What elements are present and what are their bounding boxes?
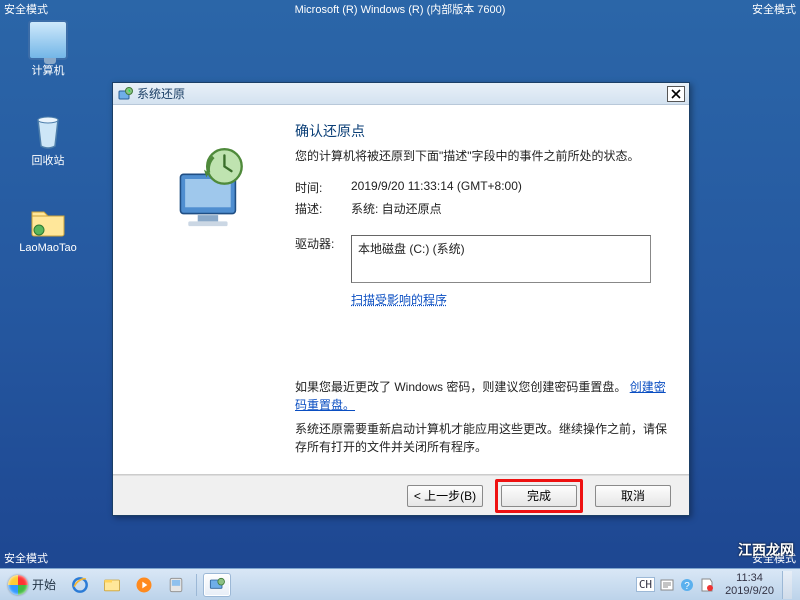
scan-affected-programs-link[interactable]: 扫描受影响的程序 bbox=[351, 291, 447, 308]
wizard-illustration bbox=[113, 105, 295, 474]
dialog-body: 确认还原点 您的计算机将被还原到下面"描述"字段中的事件之前所处的状态。 时间:… bbox=[113, 105, 689, 475]
drives-listbox[interactable]: 本地磁盘 (C:) (系统) bbox=[351, 235, 651, 283]
start-button[interactable]: 开始 bbox=[4, 572, 64, 598]
start-label: 开始 bbox=[32, 576, 56, 593]
safe-mode-bottombar: 安全模式 安全模式 bbox=[0, 550, 800, 566]
taskbar-running-system-restore[interactable] bbox=[203, 573, 231, 597]
window-close-button[interactable] bbox=[667, 86, 685, 102]
safe-mode-bottom-left: 安全模式 bbox=[4, 550, 48, 566]
cancel-button[interactable]: 取消 bbox=[595, 485, 671, 507]
system-restore-window: 系统还原 确认还原点 您的计算机将被还原到下面"描述"字段中的事件之前所处的状态… bbox=[112, 82, 690, 516]
drive-item: 本地磁盘 (C:) (系统) bbox=[358, 242, 465, 256]
row-description: 描述: 系统: 自动还原点 bbox=[295, 200, 669, 217]
desktop-icon-laomaotao[interactable]: LaoMaoTao bbox=[16, 200, 80, 254]
taskbar-clock[interactable]: 11:34 2019/9/20 bbox=[719, 572, 774, 596]
desktop-icon-label: LaoMaoTao bbox=[16, 242, 80, 254]
row-time: 时间: 2019/9/20 11:33:14 (GMT+8:00) bbox=[295, 179, 669, 196]
page-subheading: 您的计算机将被还原到下面"描述"字段中的事件之前所处的状态。 bbox=[295, 147, 669, 165]
desktop-icon-computer[interactable]: 计算机 bbox=[16, 20, 80, 78]
desktop-icon-label: 回收站 bbox=[16, 152, 80, 168]
titlebar-icon bbox=[117, 86, 133, 102]
back-button[interactable]: < 上一步(B) bbox=[407, 485, 483, 507]
dialog-footer: < 上一步(B) 完成 取消 bbox=[113, 475, 689, 515]
os-title: Microsoft (R) Windows (R) (内部版本 7600) bbox=[0, 1, 800, 17]
highlight-frame: 完成 bbox=[495, 479, 583, 513]
close-icon bbox=[671, 89, 681, 99]
taskbar-pin-mediaplayer[interactable] bbox=[130, 573, 158, 597]
desc-label: 描述: bbox=[295, 200, 351, 217]
desktop-icon-label: 计算机 bbox=[16, 62, 80, 78]
clock-date: 2019/9/20 bbox=[725, 585, 774, 597]
note-password: 如果您最近更改了 Windows 密码，则建议您创建密码重置盘。 bbox=[295, 380, 626, 394]
taskbar-pin-app[interactable] bbox=[162, 573, 190, 597]
taskbar-pin-explorer[interactable] bbox=[98, 573, 126, 597]
svg-text:?: ? bbox=[684, 581, 690, 592]
time-value: 2019/9/20 11:33:14 (GMT+8:00) bbox=[351, 179, 522, 196]
footer-notes: 如果您最近更改了 Windows 密码，则建议您创建密码重置盘。 创建密码重置盘… bbox=[295, 378, 669, 462]
desktop-icon-recycle-bin[interactable]: 回收站 bbox=[16, 110, 80, 168]
titlebar[interactable]: 系统还原 bbox=[113, 83, 689, 105]
ime-options-icon[interactable] bbox=[659, 577, 675, 593]
taskbar-pin-ie[interactable] bbox=[66, 573, 94, 597]
taskbar-separator bbox=[196, 574, 197, 596]
finish-button[interactable]: 完成 bbox=[501, 485, 577, 507]
wizard-content: 确认还原点 您的计算机将被还原到下面"描述"字段中的事件之前所处的状态。 时间:… bbox=[295, 105, 689, 474]
note-restart: 系统还原需要重新启动计算机才能应用这些更改。继续操作之前，请保存所有打开的文件并… bbox=[295, 420, 669, 456]
windows-orb-icon bbox=[8, 575, 28, 595]
clock-time: 11:34 bbox=[725, 572, 774, 584]
system-tray: CH ? 11:34 2019/9/20 bbox=[636, 571, 796, 599]
tray-help-icon[interactable]: ? bbox=[679, 577, 695, 593]
watermark: 江西龙网 bbox=[738, 540, 794, 560]
page-heading: 确认还原点 bbox=[295, 121, 669, 141]
show-desktop-button[interactable] bbox=[782, 571, 792, 599]
row-drives: 驱动器: 本地磁盘 (C:) (系统) bbox=[295, 235, 669, 283]
folder-icon bbox=[28, 200, 68, 240]
desc-value: 系统: 自动还原点 bbox=[351, 200, 442, 217]
drives-label: 驱动器: bbox=[295, 235, 351, 283]
safe-mode-topbar: 安全模式 Microsoft (R) Windows (R) (内部版本 760… bbox=[0, 0, 800, 16]
time-label: 时间: bbox=[295, 179, 351, 196]
taskbar: 开始 CH ? 11:34 2019/9/20 bbox=[0, 568, 800, 600]
computer-icon bbox=[28, 20, 68, 60]
recycle-bin-icon bbox=[28, 110, 68, 150]
tray-action-center-icon[interactable] bbox=[699, 577, 715, 593]
window-title: 系统还原 bbox=[137, 85, 667, 102]
ime-indicator[interactable]: CH bbox=[636, 577, 655, 592]
